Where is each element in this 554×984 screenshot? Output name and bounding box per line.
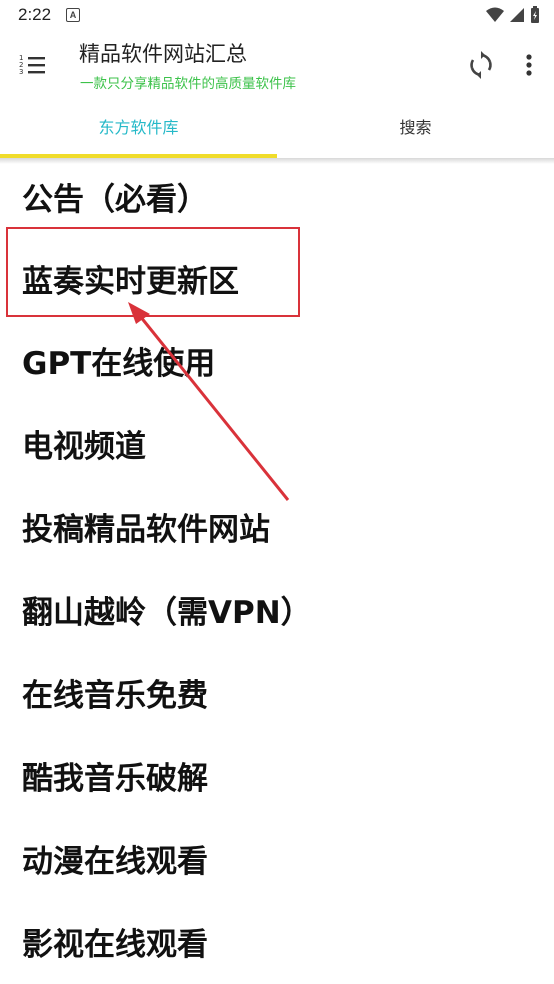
signal-icon <box>510 8 524 22</box>
notification-icon: A <box>66 8 80 22</box>
divider <box>0 158 554 164</box>
list-item[interactable]: 电视频道 <box>22 417 146 477</box>
list-item[interactable]: GPT在线使用 <box>22 334 215 394</box>
refresh-icon <box>470 51 492 79</box>
list-item[interactable]: 动漫在线观看 <box>22 832 208 892</box>
list-item[interactable]: 在线音乐免费 <box>22 666 208 726</box>
tab-dongfang[interactable]: 东方软件库 <box>0 100 277 156</box>
app-bar: 1 2 3 精品软件网站汇总 一款只分享精品软件的高质量软件库 <box>0 30 554 100</box>
more-options-button[interactable] <box>518 50 540 80</box>
numbered-list-icon: 1 2 3 <box>19 54 45 76</box>
more-vert-icon <box>526 54 532 76</box>
list-item[interactable]: 翻山越岭（需VPN） <box>22 583 312 643</box>
tab-bar: 东方软件库 搜索 <box>0 100 554 160</box>
menu-button[interactable]: 1 2 3 <box>18 50 48 80</box>
list-item[interactable]: 公告（必看） <box>22 170 208 230</box>
wifi-icon <box>486 7 504 22</box>
status-icons <box>484 5 544 25</box>
status-bar: 2:22 A <box>0 0 554 30</box>
list-item[interactable]: 影视在线观看 <box>22 915 208 975</box>
list-item[interactable]: 投稿精品软件网站 <box>22 500 270 560</box>
tab-search[interactable]: 搜索 <box>277 100 554 156</box>
app-title: 精品软件网站汇总 <box>79 42 247 66</box>
battery-icon <box>531 6 539 23</box>
svg-text:3: 3 <box>19 68 23 76</box>
annotation-highlight-box <box>6 227 300 317</box>
app-subtitle: 一款只分享精品软件的高质量软件库 <box>80 76 296 92</box>
status-time: 2:22 <box>18 5 52 24</box>
list-item[interactable]: 酷我音乐破解 <box>22 749 208 809</box>
refresh-button[interactable] <box>466 50 496 80</box>
